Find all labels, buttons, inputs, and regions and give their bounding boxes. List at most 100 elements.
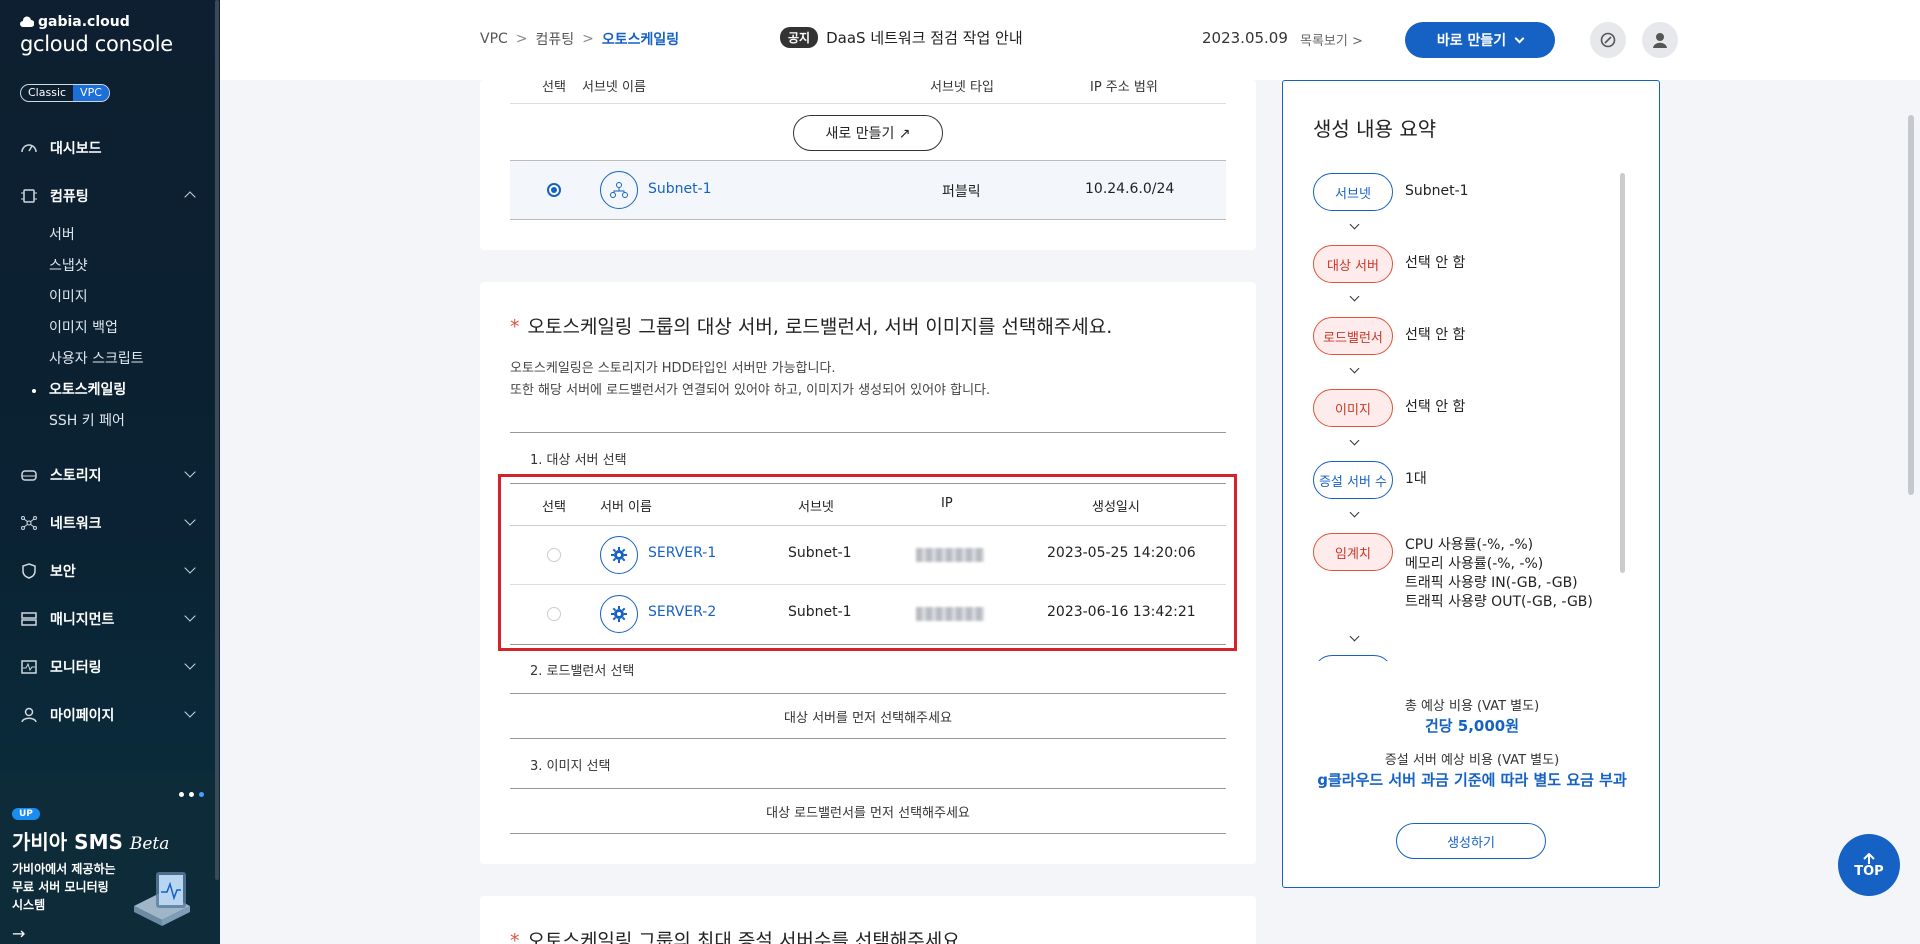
submenu-item-server[interactable]: 서버	[49, 220, 220, 251]
chevron-down-icon	[1349, 291, 1360, 302]
management-icon	[20, 610, 38, 628]
sidebar: gabia.cloud gcloud console Classic VPC 대…	[0, 0, 220, 944]
submenu-item-ssh-keypair[interactable]: SSH 키 페어	[49, 406, 220, 437]
sidebar-item-network[interactable]: 네트워크	[0, 499, 220, 547]
brand-top-text: gabia.cloud	[38, 14, 130, 30]
required-mark: *	[510, 930, 520, 944]
sidebar-item-mypage[interactable]: 마이페이지	[0, 691, 220, 739]
sidebar-scrollbar[interactable]	[215, 0, 219, 880]
mode-vpc[interactable]: VPC	[73, 85, 109, 101]
summary-scrollbar[interactable]	[1620, 173, 1625, 573]
notice-text[interactable]: DaaS 네트워크 점검 작업 안내	[826, 27, 1023, 48]
top-header: VPC > 컴퓨팅 > 오토스케일링 공지 DaaS 네트워크 점검 작업 안내 2…	[220, 0, 1920, 80]
section-title-text: 오토스케일링 그룹의 최대 증설 서버수를 선택해주세요.	[527, 930, 966, 944]
sidebar-item-label: 마이페이지	[50, 708, 115, 724]
sidebar-item-label: 네트워크	[50, 516, 102, 532]
breadcrumb-autoscaling[interactable]: 오토스케일링	[602, 29, 679, 49]
summary-tag: 서브넷	[1313, 173, 1393, 211]
breadcrumb-separator: >	[582, 31, 594, 47]
chevron-down-icon	[1349, 363, 1360, 374]
promo-title-text: 가비아 SMS	[12, 830, 123, 854]
subnet-name[interactable]: Subnet-1	[648, 181, 712, 197]
summary-title: 생성 내용 요약	[1313, 117, 1437, 141]
brand-logo[interactable]: gabia.cloud gcloud console	[20, 14, 173, 56]
notice-banner[interactable]: 공지 DaaS 네트워크 점검 작업 안내	[780, 27, 1023, 48]
sidebar-item-label: 대시보드	[50, 141, 102, 157]
table-row[interactable]: Subnet-1 퍼블릭 10.24.6.0/24	[510, 160, 1226, 220]
chat-button[interactable]	[1590, 22, 1626, 58]
carousel-dots[interactable]	[179, 792, 204, 797]
computing-submenu: 서버 스냅샷 이미지 이미지 백업 사용자 스크립트 오토스케일링 SSH 키 …	[0, 220, 220, 437]
selection-highlight-box	[498, 474, 1237, 651]
subnet-table-header: 선택 서브넷 이름 서브넷 타입 IP 주소 범위	[510, 80, 1226, 104]
loadbalancer-placeholder: 대상 서버를 먼저 선택해주세요	[510, 693, 1226, 739]
summary-panel: 생성 내용 요약 서브넷 Subnet-1 대상 서버 선택 안 함 로드밸런서 선택…	[1282, 80, 1660, 888]
chevron-down-icon	[184, 706, 196, 718]
brand-main-text: gcloud console	[20, 32, 173, 56]
quick-create-label: 바로 만들기	[1436, 33, 1507, 49]
threshold-line: CPU 사용률(-%, -%)	[1405, 537, 1534, 553]
sidebar-item-computing[interactable]: 컴퓨팅	[0, 172, 220, 220]
submenu-item-user-script[interactable]: 사용자 스크립트	[49, 344, 220, 375]
total-cost-value: 건당 5,000원	[1424, 717, 1520, 735]
promo-arrow-icon[interactable]: →	[12, 924, 25, 943]
sidebar-item-label: 모니터링	[50, 660, 102, 676]
summary-tag: 이미지	[1313, 389, 1393, 427]
submenu-item-image[interactable]: 이미지	[49, 282, 220, 313]
sidebar-item-storage[interactable]: 스토리지	[0, 451, 220, 499]
summary-value: 선택 안 함	[1405, 327, 1466, 343]
divider	[510, 432, 1226, 433]
extra-cost-value: g클라우드 서버 과금 기준에 따라 별도 요금 부과	[1317, 771, 1627, 789]
sidebar-item-security[interactable]: 보안	[0, 547, 220, 595]
summary-list[interactable]: 서브넷 Subnet-1 대상 서버 선택 안 함 로드밸런서 선택 안 함 이미지 선…	[1313, 173, 1623, 661]
chip-icon	[20, 187, 38, 205]
threshold-line: 트래픽 사용량 OUT(-GB, -GB)	[1405, 594, 1593, 610]
sidebar-item-dashboard[interactable]: 대시보드	[0, 124, 220, 172]
column-header: 서브넷 이름	[582, 80, 646, 95]
submenu-item-snapshot[interactable]: 스냅샷	[49, 251, 220, 282]
required-mark: *	[510, 316, 520, 338]
section-title: * 오토스케일링 그룹의 대상 서버, 로드밸런서, 서버 이미지를 선택해주세요…	[510, 312, 1112, 339]
quick-create-button[interactable]: 바로 만들기	[1405, 22, 1555, 58]
mode-toggle[interactable]: Classic VPC	[20, 84, 110, 102]
speedometer-icon	[20, 139, 38, 157]
submenu-item-image-backup[interactable]: 이미지 백업	[49, 313, 220, 344]
breadcrumb-vpc[interactable]: VPC	[480, 31, 508, 47]
sidebar-item-management[interactable]: 매니지먼트	[0, 595, 220, 643]
new-subnet-button[interactable]: 새로 만들기 ↗	[793, 115, 943, 151]
summary-tag: 증설 서버 수	[1313, 461, 1393, 499]
subnet-icon	[600, 171, 638, 209]
summary-tag: 임계치	[1313, 533, 1393, 571]
chevron-down-icon	[184, 514, 196, 526]
chevron-down-icon	[184, 610, 196, 622]
notice-date: 2023.05.09	[1202, 29, 1288, 47]
chevron-down-icon	[1349, 219, 1360, 230]
sidebar-item-label: 컴퓨팅	[50, 189, 89, 205]
submenu-item-autoscaling[interactable]: 오토스케일링	[32, 375, 220, 406]
total-cost-label: 총 예상 비용 (VAT 별도)	[1404, 699, 1540, 714]
summary-item: 이미지 선택 안 함	[1313, 389, 1465, 427]
chevron-down-icon	[1349, 435, 1360, 446]
mode-classic[interactable]: Classic	[21, 85, 73, 101]
server-monitor-illustration	[134, 872, 190, 926]
chevron-down-icon	[1514, 33, 1525, 43]
scroll-top-label: TOP	[1854, 863, 1884, 879]
sms-promo-banner[interactable]: UP 가비아 SMS Beta 가비아에서 제공하는 무료 서버 모니터링 시스…	[0, 772, 220, 944]
summary-value: 1대	[1405, 471, 1427, 487]
chevron-down-icon	[1349, 507, 1360, 518]
notice-list-link[interactable]: 목록보기 >	[1300, 30, 1363, 49]
profile-button[interactable]	[1642, 22, 1678, 58]
notice-tag: 공지	[780, 27, 819, 48]
sidebar-item-monitoring[interactable]: 모니터링	[0, 643, 220, 691]
chevron-up-icon	[184, 191, 196, 203]
summary-item: 서브넷 Subnet-1	[1313, 173, 1469, 211]
chat-bubble-icon	[1600, 32, 1616, 48]
create-button[interactable]: 생성하기	[1396, 823, 1546, 859]
breadcrumb-computing[interactable]: 컴퓨팅	[536, 29, 575, 49]
scroll-top-button[interactable]: TOP	[1838, 834, 1900, 896]
step-label: 1. 대상 서버 선택	[530, 453, 627, 468]
subnet-radio[interactable]	[547, 183, 561, 197]
shield-icon	[20, 562, 38, 580]
page-scrollbar[interactable]	[1908, 115, 1914, 495]
chevron-down-icon	[184, 562, 196, 574]
